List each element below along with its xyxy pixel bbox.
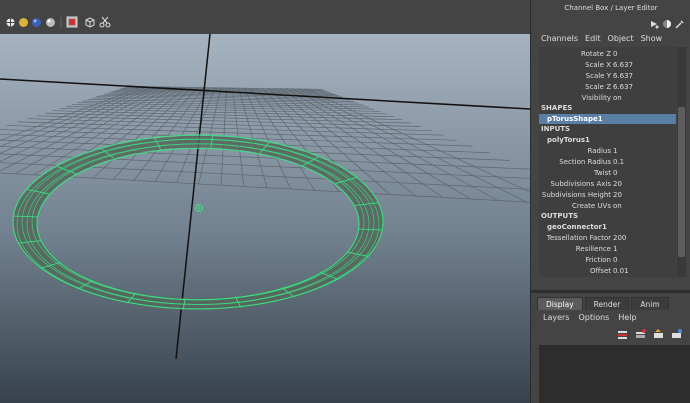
channel-row-resilience[interactable]: Resilience 1 <box>539 244 676 254</box>
tab-display[interactable]: Display <box>537 297 583 310</box>
menu-show[interactable]: Show <box>641 34 663 43</box>
attribute-editor-icon[interactable] <box>662 19 672 29</box>
channel-row-scale-z[interactable]: Scale Z 6.637 <box>539 82 676 92</box>
isolate-select-icon[interactable] <box>66 16 78 28</box>
viewport-toolbar <box>0 0 530 35</box>
channel-row-visibility[interactable]: Visibility on <box>539 93 676 103</box>
perspective-viewport[interactable] <box>0 34 530 403</box>
layer-editor-menu: Layers Options Help <box>543 313 646 322</box>
menu-help[interactable]: Help <box>618 313 636 322</box>
channel-box-menu: Channels Edit Object Show <box>541 34 669 43</box>
tab-anim[interactable]: Anim <box>631 297 669 310</box>
tool-settings-icon[interactable] <box>675 19 685 29</box>
output-node-item[interactable]: geoConnector1 <box>547 223 607 231</box>
new-layer-icon[interactable] <box>617 329 629 339</box>
channel-row-radius[interactable]: Radius 1 <box>539 146 676 156</box>
channel-row-create-uvs[interactable]: Create UVs on <box>539 201 676 211</box>
channel-row-subdivisions-height[interactable]: Subdivisions Height 20 <box>539 190 676 200</box>
viewport-canvas[interactable] <box>0 34 530 403</box>
scrollbar-thumb[interactable] <box>678 107 685 257</box>
layer-tool-icons <box>617 329 683 339</box>
menu-object[interactable]: Object <box>608 34 634 43</box>
shapes-header: SHAPES <box>541 104 573 112</box>
inputs-header: INPUTS <box>541 125 571 133</box>
pivot-icon[interactable] <box>195 204 203 212</box>
channel-box-icon[interactable] <box>649 19 659 29</box>
light-bulb-icon[interactable] <box>4 16 16 28</box>
shape-node-item[interactable]: pTorusShape1 <box>539 114 676 124</box>
outputs-header: OUTPUTS <box>541 212 579 220</box>
channel-row-tessellation-factor[interactable]: Tessellation Factor 200 <box>539 233 676 243</box>
panel-splitter[interactable] <box>531 290 690 293</box>
channel-row-twist[interactable]: Twist 0 <box>539 168 676 178</box>
channel-row-scale-x[interactable]: Scale X 6.637 <box>539 60 676 70</box>
panel-header-icons <box>649 19 685 29</box>
channel-row-subdivisions-axis[interactable]: Subdivisions Axis 20 <box>539 179 676 189</box>
scissors-icon[interactable] <box>99 16 111 28</box>
new-layer-selected-icon[interactable] <box>635 329 647 339</box>
channel-row-rotate-z[interactable]: Rotate Z0 <box>539 49 676 59</box>
cube-icon[interactable] <box>84 16 96 28</box>
menu-edit[interactable]: Edit <box>585 34 601 43</box>
channel-list: Rotate Z0 Scale X 6.637 Scale Y 6.637 Scal… <box>539 47 676 277</box>
channel-row-offset[interactable]: Offset 0.01 <box>539 266 676 276</box>
menu-options[interactable]: Options <box>578 313 609 322</box>
move-layer-down-icon[interactable] <box>671 329 683 339</box>
layer-list[interactable] <box>539 345 690 403</box>
textured-sphere-icon[interactable] <box>30 16 42 28</box>
layer-editor-tabs: Display Render Anim <box>537 297 671 310</box>
menu-layers[interactable]: Layers <box>543 313 569 322</box>
shaded-sphere-icon[interactable] <box>17 16 29 28</box>
channel-box-panel: Channel Box / Layer Editor Channels Edit O… <box>530 0 690 403</box>
channel-row-friction[interactable]: Friction 0 <box>539 255 676 265</box>
tab-render[interactable]: Render <box>584 297 630 310</box>
move-layer-up-icon[interactable] <box>653 329 665 339</box>
menu-channels[interactable]: Channels <box>541 34 578 43</box>
panel-title: Channel Box / Layer Editor <box>564 4 658 12</box>
channel-row-scale-y[interactable]: Scale Y 6.637 <box>539 71 676 81</box>
channel-list-scrollbar[interactable] <box>677 47 686 277</box>
input-node-item[interactable]: polyTorus1 <box>547 136 590 144</box>
channel-row-section-radius[interactable]: Section Radius 0.1 <box>539 157 676 167</box>
